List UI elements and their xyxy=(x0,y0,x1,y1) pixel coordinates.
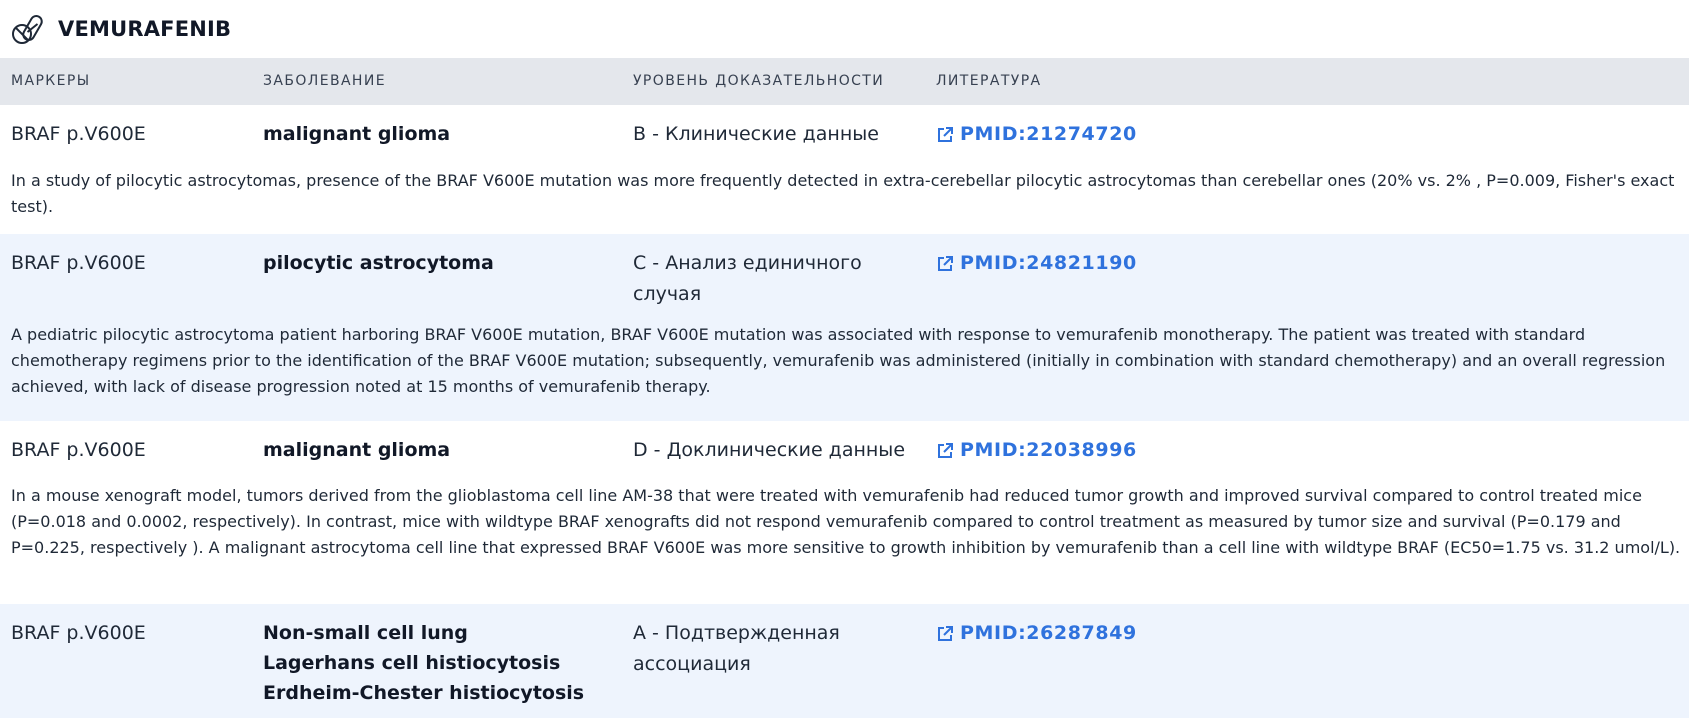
disease-name: pilocytic astrocytoma xyxy=(263,252,494,274)
literature-cell: PMID:24821190 xyxy=(936,248,1137,283)
row-description: In a study of pilocytic astrocytomas, pr… xyxy=(11,171,1675,216)
pmid-link[interactable]: PMID:22038996 xyxy=(936,435,1137,466)
pmid-text: PMID:22038996 xyxy=(960,439,1137,461)
disease-cell: malignant glioma xyxy=(263,435,450,466)
header-disease: ЗАБОЛЕВАНИЕ xyxy=(263,73,386,89)
header-markers: МАРКЕРЫ xyxy=(11,73,91,89)
disease-cell: malignant glioma xyxy=(263,119,450,150)
literature-cell: PMID:26287849 xyxy=(936,618,1137,653)
disease-name: Lagerhans cell histiocytosis xyxy=(263,652,561,674)
evidence-level-cell: C - Анализ единичного случая xyxy=(633,252,862,305)
pmid-link[interactable]: PMID:26287849 xyxy=(936,618,1137,649)
marker-cell: BRAF p.V600E xyxy=(11,123,146,145)
pmid-text: PMID:21274720 xyxy=(960,123,1137,145)
drug-title: VEMURAFENIB xyxy=(58,17,232,41)
row-description: A pediatric pilocytic astrocytoma patien… xyxy=(11,325,1666,396)
external-link-icon xyxy=(938,255,953,271)
disease-name: Non-small cell lung xyxy=(263,622,468,644)
external-link-icon xyxy=(938,442,953,458)
pmid-link[interactable]: PMID:21274720 xyxy=(936,119,1137,150)
disease-name: malignant glioma xyxy=(263,123,451,145)
table-row: BRAF p.V600E pilocytic astrocytoma C - А… xyxy=(0,234,1689,421)
marker-cell: BRAF p.V600E xyxy=(11,439,146,461)
external-link-icon xyxy=(938,625,953,641)
evidence-level-cell: A - Подтвержденная ассоциация xyxy=(633,622,840,675)
header-literature: ЛИТЕРАТУРА xyxy=(936,73,1042,89)
disease-name: malignant glioma xyxy=(263,439,451,461)
literature-cell: PMID:22038996 xyxy=(936,435,1137,470)
table-row: BRAF p.V600E Non-small cell lung Lagerha… xyxy=(0,604,1689,718)
literature-cell: PMID:21274720 xyxy=(936,119,1137,154)
pmid-text: PMID:24821190 xyxy=(960,252,1137,274)
marker-cell: BRAF p.V600E xyxy=(11,622,146,644)
table-row: BRAF p.V600E malignant glioma D - Доклин… xyxy=(0,421,1689,604)
evidence-level-cell: B - Клинические данные xyxy=(633,123,879,145)
pills-icon xyxy=(12,15,43,44)
disease-name: Erdheim-Chester histiocytosis xyxy=(263,682,585,704)
pmid-text: PMID:26287849 xyxy=(960,622,1137,644)
row-description: In a mouse xenograft model, tumors deriv… xyxy=(11,486,1681,557)
external-link-icon xyxy=(938,126,953,142)
disease-cell: Non-small cell lung Lagerhans cell histi… xyxy=(263,618,584,708)
evidence-level-cell: D - Доклинические данные xyxy=(633,439,906,461)
drug-title-bar: VEMURAFENIB xyxy=(0,0,1689,58)
table-row: BRAF p.V600E malignant glioma B - Клинич… xyxy=(0,105,1689,234)
header-evidence-level: УРОВЕНЬ ДОКАЗАТЕЛЬНОСТИ xyxy=(633,73,885,89)
pmid-link[interactable]: PMID:24821190 xyxy=(936,248,1137,279)
table-header: МАРКЕРЫ ЗАБОЛЕВАНИЕ УРОВЕНЬ ДОКАЗАТЕЛЬНО… xyxy=(0,58,1689,105)
marker-cell: BRAF p.V600E xyxy=(11,252,146,274)
disease-cell: pilocytic astrocytoma xyxy=(263,248,494,279)
